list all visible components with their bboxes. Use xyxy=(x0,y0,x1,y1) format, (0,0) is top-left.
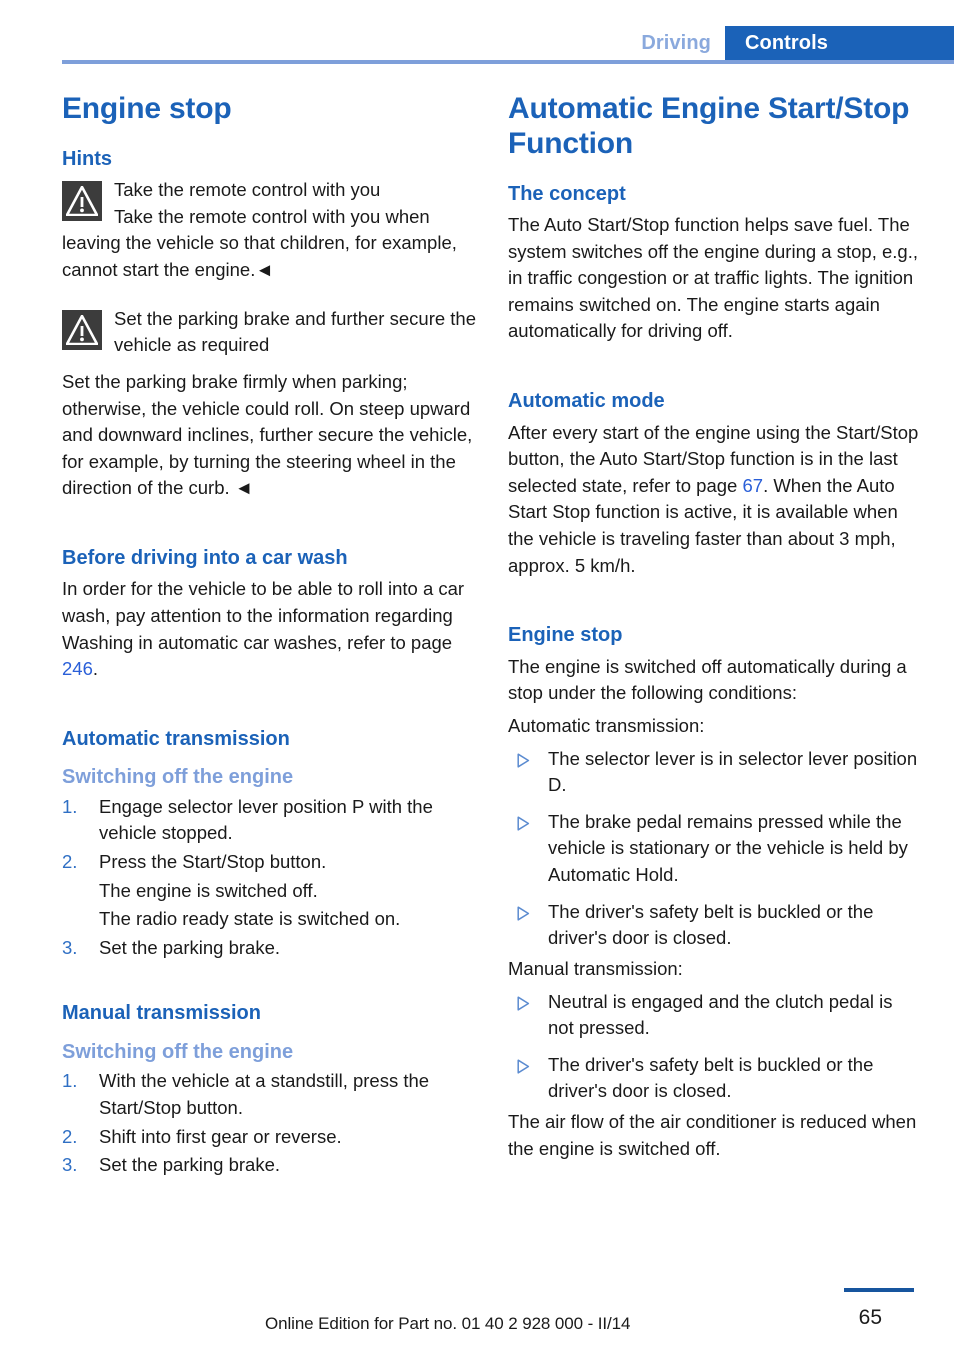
page-number: 65 xyxy=(858,1306,882,1329)
automatic-mode-paragraph: After every start of the engine using th… xyxy=(508,420,923,580)
step-number: 1. xyxy=(62,1070,78,1092)
manual-transmission-conditions: Neutral is engaged and the clutch pedal … xyxy=(508,989,923,1106)
page-title-auto-start-stop: Automatic Engine Start/Stop Function xyxy=(508,92,910,160)
bullet-text: The driver's safety belt is buckled or t… xyxy=(548,1053,874,1102)
step-note: The engine is switched off. xyxy=(99,879,318,901)
running-head-tab-controls: Controls xyxy=(724,26,954,60)
list-item: 3. Set the parking brake. xyxy=(62,1152,477,1179)
list-item: The brake pedal remains pressed while th… xyxy=(508,809,923,889)
warning-title: Take the remote control with you xyxy=(114,179,381,201)
right-column: Automatic Engine Start/Stop Function The… xyxy=(508,92,923,1168)
step-number: 1. xyxy=(62,795,78,817)
list-item: 2. Shift into first gear or reverse. xyxy=(62,1124,477,1151)
step-text: Press the Start/Stop button. xyxy=(99,850,327,872)
heading-the-concept: The concept xyxy=(508,182,626,205)
automatic-transmission-steps: 1. Engage selector lever position P with … xyxy=(62,794,477,876)
engine-stop-closing: The air flow of the air conditioner is r… xyxy=(508,1111,917,1159)
list-item: 1. Engage selector lever position P with … xyxy=(62,794,477,847)
bullet-text: Neutral is engaged and the clutch pedal … xyxy=(548,990,893,1039)
heading-manual-transmission: Manual transmission xyxy=(62,1002,261,1025)
step-number: 2. xyxy=(62,850,78,872)
list-item: The driver's safety belt is buckled or t… xyxy=(508,899,923,952)
car-wash-paragraph: In order for the vehicle to be able to r… xyxy=(62,576,477,683)
list-item: The driver's safety belt is buckled or t… xyxy=(508,1052,923,1105)
page-reference-246[interactable]: 246 xyxy=(62,658,93,679)
step-number: 2. xyxy=(62,1125,78,1147)
heading-automatic-transmission: Automatic transmission xyxy=(62,727,290,750)
heading-automatic-mode: Automatic mode xyxy=(508,390,665,413)
list-item: 1. With the vehicle at a standstill, pres… xyxy=(62,1068,477,1121)
page-footer: 65 Online Edition for Part no. 01 40 2 9… xyxy=(0,1264,954,1354)
automatic-transmission-steps-cont: 3. Set the parking brake. xyxy=(62,935,477,962)
step-number: 3. xyxy=(62,1154,78,1176)
manual-transmission-steps: 1. With the vehicle at a standstill, pres… xyxy=(62,1068,477,1179)
list-item: Neutral is engaged and the clutch pedal … xyxy=(508,989,923,1042)
bullet-text: The brake pedal remains pressed while th… xyxy=(548,810,908,886)
label-manual-transmission: Manual transmission: xyxy=(508,957,683,979)
page-title-engine-stop: Engine stop xyxy=(62,92,232,125)
header-rule xyxy=(62,60,954,64)
warning-title: Set the parking brake and further secure… xyxy=(114,307,476,356)
car-wash-text-before: In order for the vehicle to be able to r… xyxy=(62,578,465,653)
step-text: Engage selector lever position P with th… xyxy=(99,795,433,844)
heading-engine-stop-right: Engine stop xyxy=(508,624,623,647)
list-item: 3. Set the parking brake. xyxy=(62,935,477,962)
step-text: With the vehicle at a standstill, press … xyxy=(99,1070,430,1118)
step-text: Set the parking brake. xyxy=(99,1154,280,1176)
step-number: 3. xyxy=(62,936,78,958)
heading-before-car-wash: Before driving into a car wash xyxy=(62,547,348,570)
step-text: Shift into first gear or reverse. xyxy=(99,1125,342,1147)
running-head-tabs: Driving Controls xyxy=(627,26,954,60)
list-item: 2. Press the Start/Stop button. xyxy=(62,849,477,876)
warning-triangle-icon xyxy=(62,309,102,350)
label-automatic-transmission: Automatic transmission: xyxy=(508,714,705,736)
subheading-switching-off-engine-auto: Switching off the engine xyxy=(62,766,294,789)
bullet-text: The driver's safety belt is buckled or t… xyxy=(548,900,874,949)
folio-rule xyxy=(844,1288,914,1292)
left-column: Engine stop Hints Take the remote contro… xyxy=(62,92,477,1181)
subheading-switching-off-engine-manual: Switching off the engine xyxy=(62,1040,294,1063)
concept-paragraph: The Auto Start/Stop function helps save … xyxy=(508,213,918,342)
heading-hints: Hints xyxy=(62,147,112,170)
step-text: Set the parking brake. xyxy=(99,936,280,958)
edition-notice: Online Edition for Part no. 01 40 2 928 … xyxy=(265,1314,631,1333)
warning-block-parking-brake: Set the parking brake and further secure… xyxy=(62,306,477,359)
automatic-transmission-conditions: The selector lever is in selector lever … xyxy=(508,746,923,952)
step-note: The radio ready state is switched on. xyxy=(99,908,401,930)
car-wash-text-after: . xyxy=(92,658,99,680)
page-body: Engine stop Hints Take the remote contro… xyxy=(62,92,954,1252)
warning-text: Set the parking brake firmly when parkin… xyxy=(62,370,473,499)
page-reference-67[interactable]: 67 xyxy=(742,475,763,496)
warning-text: Take the remote control with you when le… xyxy=(62,205,457,281)
bullet-text: The selector lever is in selector lever … xyxy=(548,747,918,796)
engine-stop-intro: The engine is switched off automatically… xyxy=(508,655,907,704)
warning-triangle-icon xyxy=(62,181,102,222)
running-head: Driving Controls xyxy=(0,26,954,60)
warning-block-remote-control: Take the remote control with you Take th… xyxy=(62,177,477,284)
running-head-tab-driving: Driving xyxy=(627,26,725,60)
list-item: The selector lever is in selector lever … xyxy=(508,746,923,799)
